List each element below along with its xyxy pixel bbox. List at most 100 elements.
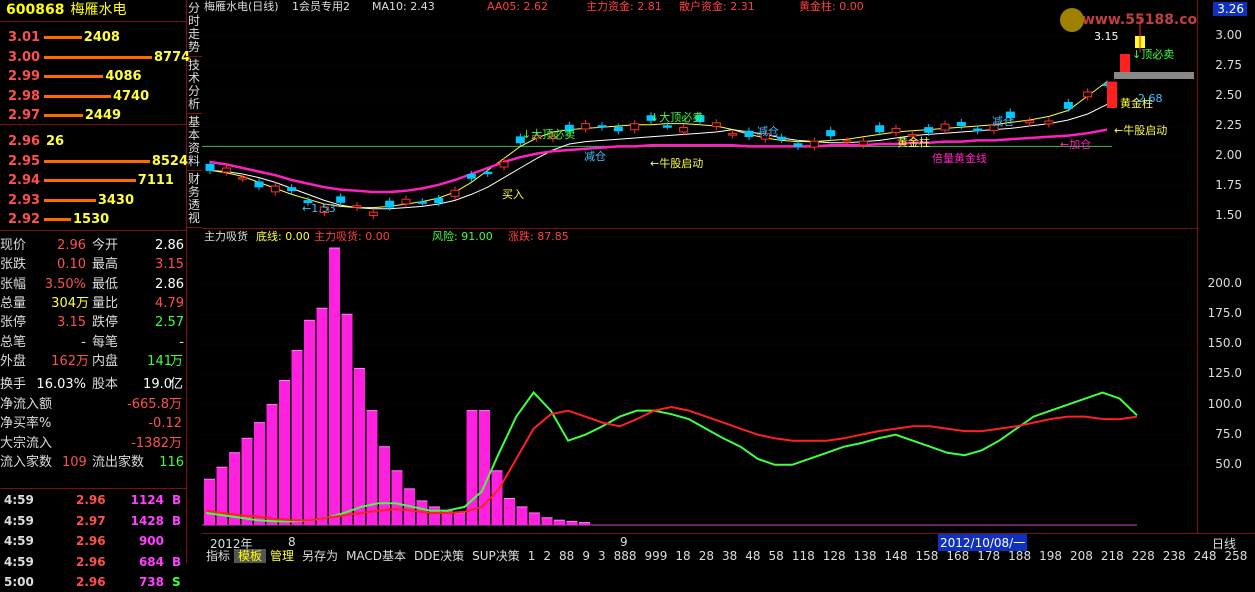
bottom-tab[interactable]: 38 bbox=[718, 549, 741, 563]
ask-price: 2.97 bbox=[8, 108, 41, 123]
candle-body bbox=[499, 161, 509, 168]
candle-body bbox=[597, 125, 607, 128]
bottom-tab[interactable]: 238 bbox=[1159, 549, 1190, 563]
tick-volume: 900 bbox=[138, 534, 164, 548]
bottom-tab[interactable]: 138 bbox=[850, 549, 881, 563]
ask-row[interactable]: 2.99 4086 bbox=[0, 67, 186, 86]
accumulation-bar bbox=[566, 521, 578, 525]
bid-row[interactable]: 2.95 8524 bbox=[0, 152, 188, 171]
bottom-tab[interactable]: 158 bbox=[911, 549, 942, 563]
candle-big-1 bbox=[1107, 81, 1117, 108]
watermark-text: www.55188.com bbox=[1082, 12, 1197, 28]
vertical-tab[interactable]: 技术分析 bbox=[186, 59, 202, 114]
accumulation-bar bbox=[304, 320, 315, 525]
last-price-box: 3.26 bbox=[1213, 2, 1248, 16]
indicator-tick: 175.0 bbox=[1207, 306, 1242, 321]
bottom-tab[interactable]: 248 bbox=[1190, 549, 1221, 563]
quote-row: 张跌 0.10 最高 3.15 bbox=[0, 255, 186, 274]
bid-row[interactable]: 2.96 26 bbox=[0, 132, 186, 151]
bottom-tab[interactable]: 48 bbox=[741, 549, 764, 563]
indicator-tick: 125.0 bbox=[1207, 366, 1242, 381]
candle-body bbox=[401, 198, 411, 205]
ask-row[interactable]: 3.01 2408 bbox=[0, 28, 186, 47]
candle-body bbox=[842, 140, 852, 143]
ask-volume-bar bbox=[44, 94, 111, 98]
bottom-tab[interactable]: 148 bbox=[881, 549, 912, 563]
tick-flag: B bbox=[172, 513, 182, 528]
candle-body bbox=[875, 125, 885, 133]
bottom-tab[interactable]: 198 bbox=[1035, 549, 1066, 563]
bottom-tab[interactable]: 178 bbox=[973, 549, 1004, 563]
chart-header-text: AA05: 2.62 bbox=[487, 0, 548, 13]
bottom-tab[interactable]: 268 bbox=[1251, 549, 1255, 563]
ask-row[interactable]: 3.00 8774 bbox=[0, 48, 190, 67]
bottom-tab[interactable]: 2 bbox=[539, 549, 555, 563]
vertical-tab[interactable]: 分时走势 bbox=[186, 2, 202, 57]
bottom-tab[interactable]: 9 bbox=[578, 549, 594, 563]
quote-value: 141 bbox=[147, 353, 172, 369]
price-tick: 2.50 bbox=[1215, 88, 1242, 102]
bottom-tab[interactable]: 28 bbox=[695, 549, 718, 563]
vertical-tab[interactable]: 财务透视 bbox=[186, 173, 202, 228]
bid-row[interactable]: 2.92 1530 bbox=[0, 210, 186, 229]
indicator-svg[interactable]: 主力吸货 底线: 0.00 主力吸货: 0.00 风险: 91.00 涨跌: 87.85 bbox=[202, 228, 1197, 533]
indicator-tick: 100.0 bbox=[1207, 396, 1242, 411]
bottom-tab[interactable]: 3 bbox=[594, 549, 610, 563]
bottom-tab[interactable]: 218 bbox=[1097, 549, 1128, 563]
candle-big-2 bbox=[1120, 54, 1130, 72]
bottom-tab[interactable]: 88 bbox=[555, 549, 578, 563]
bottom-tab[interactable]: 指标 bbox=[202, 549, 234, 563]
chart-annotation: 买入 bbox=[502, 188, 524, 201]
candle-body bbox=[940, 123, 950, 131]
bottom-tab[interactable]: 另存为 bbox=[298, 549, 342, 563]
flow-value: -665.8万 bbox=[127, 397, 182, 412]
accumulation-bar bbox=[316, 308, 328, 525]
bottom-tab[interactable]: 888 bbox=[610, 549, 641, 563]
tick-price: 2.96 bbox=[76, 575, 106, 589]
candle-body bbox=[613, 126, 623, 132]
quote-value: 16.03% bbox=[36, 377, 86, 393]
bottom-tab[interactable]: 228 bbox=[1128, 549, 1159, 563]
bottom-tab[interactable]: 118 bbox=[788, 549, 819, 563]
chart-annotation: ←加仓 bbox=[1060, 137, 1091, 151]
ask-volume-bar bbox=[44, 36, 82, 39]
quote-label: 今开 bbox=[92, 238, 119, 253]
bottom-tab[interactable]: 18 bbox=[671, 549, 694, 563]
bottom-tab[interactable]: SUP决策 bbox=[468, 549, 524, 563]
ask-row[interactable]: 2.98 4740 bbox=[0, 87, 186, 106]
kline-chart[interactable]: 梅雁水电(日线) 1会员专用2 MA10: 2.43 AA05: 2.62 主力资金: … bbox=[202, 0, 1212, 228]
chart-annotation: 减仓 bbox=[992, 114, 1014, 128]
vertical-tab[interactable]: 基本资料 bbox=[186, 116, 202, 171]
bottom-tab[interactable]: 58 bbox=[765, 549, 788, 563]
ask-price: 3.00 bbox=[8, 49, 41, 65]
price-tick: 3.00 bbox=[1215, 28, 1242, 42]
bottom-tab[interactable]: 168 bbox=[942, 549, 973, 563]
bid-volume-bar bbox=[44, 198, 96, 202]
kline-svg[interactable]: 梅雁水电(日线) 1会员专用2 MA10: 2.43 AA05: 2.62 主力资金: … bbox=[202, 0, 1212, 228]
bottom-tab[interactable]: 208 bbox=[1066, 549, 1097, 563]
quote-row: 张停 3.15 跌停 2.57 bbox=[0, 313, 186, 332]
quote-value: - bbox=[81, 334, 86, 350]
accumulation-bar bbox=[554, 520, 565, 525]
bottom-tab[interactable]: 128 bbox=[819, 549, 850, 563]
indicator-chart[interactable]: 主力吸货 底线: 0.00 主力吸货: 0.00 风险: 91.00 涨跌: 87.85 bbox=[202, 228, 1197, 533]
right-scroll-strip[interactable] bbox=[1247, 0, 1255, 533]
bottom-tab[interactable]: 1 bbox=[524, 549, 540, 563]
accumulation-bar bbox=[266, 404, 278, 525]
bottom-tab[interactable]: 999 bbox=[641, 549, 672, 563]
tick-flag: B bbox=[172, 493, 182, 507]
bottom-tab[interactable]: 188 bbox=[1004, 549, 1035, 563]
chart-annotation: 倍量黄金线 bbox=[932, 151, 987, 165]
indicator-header-text: 风险: 91.00 bbox=[432, 229, 493, 243]
quote-unit: 万 bbox=[76, 295, 90, 311]
ask-row[interactable]: 2.97 2449 bbox=[0, 106, 186, 125]
bottom-tab[interactable]: 管理 bbox=[266, 549, 298, 563]
bid-row[interactable]: 2.94 7111 bbox=[0, 171, 186, 190]
bottom-tab[interactable]: 模板 bbox=[234, 549, 267, 563]
x-month-8: 8 bbox=[288, 535, 296, 549]
bottom-tab[interactable]: 258 bbox=[1221, 549, 1252, 563]
bottom-tab[interactable]: DDE决策 bbox=[410, 549, 468, 563]
bid-row[interactable]: 2.93 3430 bbox=[0, 191, 186, 210]
bottom-tab[interactable]: MACD基本 bbox=[342, 549, 410, 563]
ask-volume: 2408 bbox=[83, 30, 120, 45]
